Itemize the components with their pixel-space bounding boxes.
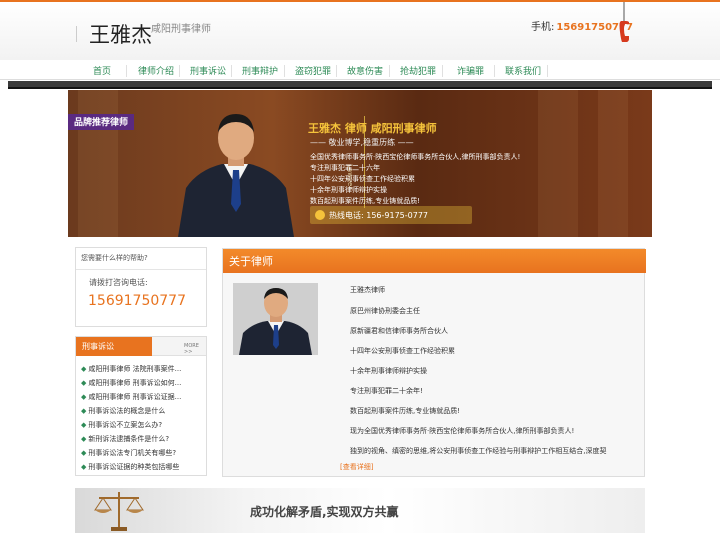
law-box-tab[interactable]: 刑事诉讼 [76, 337, 152, 356]
main-nav: 首页 律师介绍 刑事诉讼 刑事辩护 盗窃犯罪 故意伤害 抢劫犯罪 诈骗罪 联系我… [0, 60, 720, 80]
banner-title: 王雅杰 律师 咸阳刑事律师 [308, 122, 437, 135]
list-item[interactable]: ◆ 咸阳刑事律师 法院刑事案件... [81, 364, 203, 374]
about-text-line: 专注刑事犯罪二十余年! [350, 387, 423, 395]
banner-credential: 十余年刑事律师辩护实操 [310, 186, 387, 194]
banner-light-stripe [538, 90, 578, 237]
about-lawyer-photo [233, 283, 318, 355]
nav-divider [179, 65, 180, 77]
about-title: 关于律师 [229, 255, 273, 268]
nav-shadow-bar [8, 81, 712, 89]
about-text-line: 十余年刑事律师辩护实操 [350, 367, 427, 375]
about-text-line: 原新疆君和信律师事务所合伙人 [350, 327, 448, 335]
nav-item-criminal-defense[interactable]: 刑事辩护 [242, 64, 278, 77]
list-item[interactable]: ◆ 刑事诉讼证据的种类包括哪些 [81, 462, 203, 472]
site-header: 王雅杰 咸阳刑事律师 手机: 15691750777 [0, 2, 720, 60]
view-details-link[interactable]: [查看详细] [340, 462, 373, 472]
bullet-icon: ◆ [81, 379, 87, 387]
law-more-link[interactable]: MORE >> [184, 343, 206, 355]
bullet-icon: ◆ [81, 449, 87, 457]
banner-credential: 数百起刑事案件历练,专业铸就品质! [310, 197, 421, 205]
about-text-line: 原巴州律协刑委会主任 [350, 307, 420, 315]
help-divider [76, 269, 206, 270]
telephone-handset-icon [619, 2, 629, 42]
about-text-line: 十四年公安刑事侦查工作经验积累 [350, 347, 455, 355]
about-text-line: 王雅杰律师 [350, 286, 385, 294]
nav-item-home[interactable]: 首页 [93, 64, 111, 77]
site-subtitle: 咸阳刑事律师 [151, 24, 211, 35]
list-item-label: 咸阳刑事律师 刑事诉讼如何... [88, 379, 182, 387]
slogan-banner: 成功化解矛盾,实现双方共赢 [75, 488, 645, 533]
list-item-label: 新刑诉法逮捕条件是什么? [88, 435, 170, 443]
nav-divider [547, 65, 548, 77]
nav-item-criminal-litigation[interactable]: 刑事诉讼 [190, 64, 226, 77]
list-item[interactable]: ◆ 刑事诉讼不立案怎么办? [81, 420, 203, 430]
nav-item-robbery[interactable]: 抢劫犯罪 [400, 64, 436, 77]
about-text-line: 数百起刑事案件历练,专业铸就品质! [350, 407, 461, 415]
nav-divider [231, 65, 232, 77]
banner-credential: 十四年公安刑事侦查工作经验积累 [310, 175, 415, 183]
brand-recommend-tag: 品牌推荐律师 [68, 114, 135, 130]
about-text-line: 独到的视角、缜密的思维,将公安刑事侦查工作经验与刑事辩护工作相互结合,深度契 [350, 447, 607, 455]
list-item-label: 刑事诉讼不立案怎么办? [88, 421, 163, 429]
bullet-icon: ◆ [81, 463, 87, 471]
nav-divider [389, 65, 390, 77]
slogan-text: 成功化解矛盾,实现双方共赢 [250, 505, 399, 519]
nav-item-theft[interactable]: 盗窃犯罪 [295, 64, 331, 77]
banner-motto: —— 敬业博学,稳重历练 —— [310, 138, 414, 147]
list-item[interactable]: ◆ 新刑诉法逮捕条件是什么? [81, 434, 203, 444]
nav-item-contact[interactable]: 联系我们 [505, 64, 541, 77]
nav-item-lawyer-intro[interactable]: 律师介绍 [138, 64, 174, 77]
nav-item-fraud[interactable]: 诈骗罪 [457, 64, 484, 77]
bullet-icon: ◆ [81, 421, 87, 429]
nav-divider [336, 65, 337, 77]
banner-credential: 全国优秀律师事务所·陕西宝伦律师事务所合伙人,律所刑事部负责人! [310, 153, 521, 161]
about-header: 关于律师 [223, 249, 646, 273]
lawyer-portrait [178, 114, 294, 237]
list-item-label: 刑事诉讼证据的种类包括哪些 [88, 463, 180, 471]
list-item[interactable]: ◆ 咸阳刑事律师 刑事诉讼证据... [81, 392, 203, 402]
list-item-label: 咸阳刑事律师 刑事诉讼证据... [88, 393, 182, 401]
banner-light-stripe [598, 90, 628, 237]
about-text-line: 现为全国优秀律师事务所·陕西宝伦律师事务所合伙人,律所刑事部负责人! [350, 427, 575, 435]
about-lawyer-box: 关于律师 王雅杰律师 原巴州律协刑委会主任 原新疆君和信律师事务所合伙人 十四年… [222, 248, 646, 477]
list-item-label: 咸阳刑事律师 法院刑事案件... [88, 365, 182, 373]
bullet-icon: ◆ [81, 435, 87, 443]
list-item[interactable]: ◆ 咸阳刑事律师 刑事诉讼如何... [81, 378, 203, 388]
banner-light-stripe [78, 90, 118, 237]
help-phone-number: 15691750777 [88, 293, 186, 309]
header-divider [76, 26, 77, 42]
bullet-icon: ◆ [81, 393, 87, 401]
nav-divider [284, 65, 285, 77]
banner-credential: 专注刑事犯罪二十六年 [310, 164, 380, 172]
bullet-icon: ◆ [81, 407, 87, 415]
list-item-label: 刑事诉讼法专门机关有哪些? [88, 449, 177, 457]
help-label: 请拨打咨询电话: [89, 278, 148, 287]
nav-item-intentional-injury[interactable]: 故意伤害 [347, 64, 383, 77]
list-item-label: 刑事诉讼法的概念是什么 [88, 407, 166, 415]
nav-divider [126, 65, 127, 77]
scales-of-justice-icon [94, 492, 144, 531]
list-item[interactable]: ◆ 刑事诉讼法专门机关有哪些? [81, 448, 203, 458]
help-box: 您需要什么样的帮助? 请拨打咨询电话: 15691750777 [75, 247, 207, 327]
hotline-text: 热线电话: 156-9175-0777 [329, 211, 428, 220]
bullet-icon: ◆ [81, 365, 87, 373]
list-item[interactable]: ◆ 刑事诉讼法的概念是什么 [81, 406, 203, 416]
criminal-litigation-box: 刑事诉讼 MORE >> ◆ 咸阳刑事律师 法院刑事案件... ◆ 咸阳刑事律师 刑… [75, 336, 207, 476]
phone-label: 手机: [531, 22, 555, 33]
hero-banner[interactable]: 品牌推荐律师 Lawyer 王雅杰 律师 咸阳刑事律师 —— 敬业博学,稳重历练… [68, 90, 652, 237]
nav-divider [494, 65, 495, 77]
phone-icon [315, 210, 325, 220]
site-name[interactable]: 王雅杰 [89, 19, 152, 49]
nav-divider [442, 65, 443, 77]
help-title: 您需要什么样的帮助? [81, 254, 148, 262]
